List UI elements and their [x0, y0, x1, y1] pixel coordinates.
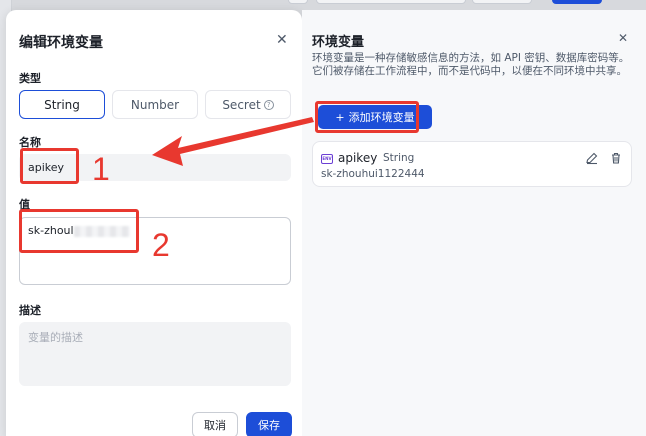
annotation-arrow — [152, 117, 314, 166]
